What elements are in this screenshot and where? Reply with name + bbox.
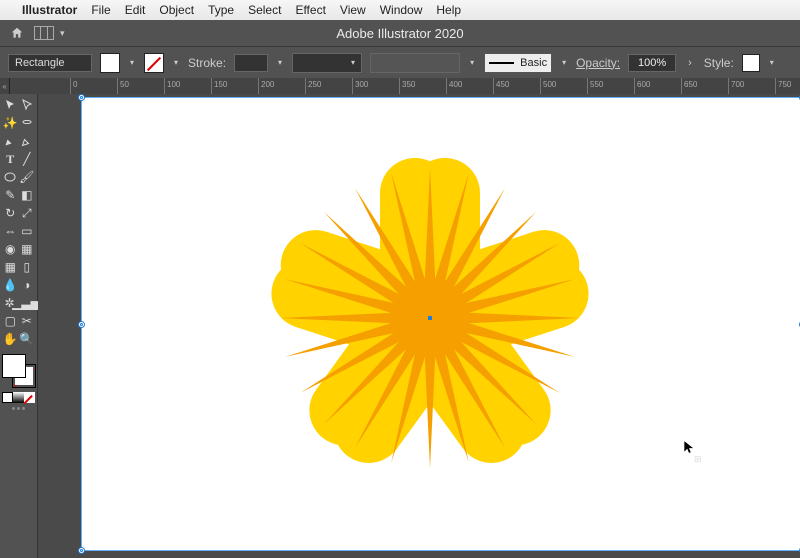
selection-handle-ml[interactable]	[78, 321, 85, 328]
ruler-tick: 200	[258, 78, 259, 94]
ruler-tick: 450	[493, 78, 494, 94]
ruler-tick: 0	[70, 78, 71, 94]
window-title: Adobe Illustrator 2020	[0, 26, 800, 41]
stroke-chevron-icon[interactable]: ▾	[172, 58, 180, 67]
toolbox: ✨ T╱ 🖌 ✎◧ ↻⤢ ⇔▭ ◉▦ ▦▯ 💧◑ ✲▁▃▅ ▢✂ ✋🔍	[0, 94, 38, 558]
line-tool[interactable]: ╱	[19, 150, 36, 168]
eraser-tool[interactable]: ◧	[19, 186, 36, 204]
graph-tool[interactable]: ▁▃▅	[17, 294, 35, 312]
graphic-style-swatch[interactable]	[742, 54, 760, 72]
ruler-tick: 550	[587, 78, 588, 94]
hand-tool[interactable]: ✋	[2, 330, 19, 348]
stroke-weight-input[interactable]	[234, 54, 268, 72]
perspective-tool[interactable]: ▦	[19, 240, 36, 258]
paintbrush-tool[interactable]: 🖌	[19, 168, 36, 186]
app-titlebar: ▾ Adobe Illustrator 2020	[0, 20, 800, 46]
toolbox-more[interactable]	[2, 407, 35, 415]
ruler-tick: 300	[352, 78, 353, 94]
menu-edit[interactable]: Edit	[125, 3, 146, 17]
control-bar: Rectangle ▾ ▾ Stroke: ▾ ▾ ▾ Basic ▾ Opaci…	[0, 46, 800, 78]
rotate-tool[interactable]: ↻	[2, 204, 19, 222]
free-transform-tool[interactable]: ▭	[19, 222, 36, 240]
flower-artwork[interactable]	[280, 168, 580, 468]
fill-chevron-icon[interactable]: ▾	[128, 58, 136, 67]
ruler-tick: 500	[540, 78, 541, 94]
menu-file[interactable]: File	[91, 3, 110, 17]
stroke-swatch[interactable]	[144, 53, 164, 73]
type-tool[interactable]: T	[2, 150, 19, 168]
lasso-tool[interactable]	[19, 114, 36, 132]
scale-tool[interactable]: ⤢	[19, 204, 36, 222]
artboard-tool[interactable]: ▢	[2, 312, 19, 330]
stroke-weight-chevron-icon[interactable]: ▾	[276, 58, 284, 67]
menu-effect[interactable]: Effect	[295, 3, 325, 17]
opacity-chevron-icon[interactable]: ›	[684, 57, 696, 69]
shaper-tool[interactable]: ✎	[2, 186, 19, 204]
color-mode-none[interactable]	[24, 392, 35, 403]
canvas[interactable]: ⊞	[38, 94, 800, 558]
color-modes	[2, 392, 35, 403]
ruler-tick: 700	[728, 78, 729, 94]
zoom-tool[interactable]: 🔍	[19, 330, 36, 348]
horizontal-ruler[interactable]: « 0 50 100 150 200 250 300 350 400 450 500 550 600 65…	[0, 78, 800, 94]
width-tool[interactable]: ⇔	[2, 222, 19, 240]
workspace-chevron-icon[interactable]: ▾	[60, 28, 65, 39]
blend-tool[interactable]: ◑	[19, 276, 36, 294]
menu-object[interactable]: Object	[159, 3, 194, 17]
center-point-icon	[428, 316, 432, 320]
ruler-tick: 600	[634, 78, 635, 94]
ruler-tick: 250	[305, 78, 306, 94]
artboard[interactable]: ⊞	[82, 98, 800, 550]
ruler-tick: 100	[164, 78, 165, 94]
menu-view[interactable]: View	[340, 3, 366, 17]
magic-wand-tool[interactable]: ✨	[2, 114, 19, 132]
ruler-tick: 350	[399, 78, 400, 94]
brush-definition[interactable]: Basic	[484, 53, 552, 73]
pen-tool[interactable]	[2, 132, 19, 150]
menu-help[interactable]: Help	[436, 3, 461, 17]
brush-name: Basic	[520, 57, 547, 69]
eyedropper-tool[interactable]: 💧	[2, 276, 19, 294]
brush-definition-gap	[370, 53, 460, 73]
selection-type-label: Rectangle	[8, 54, 92, 72]
ruler-tick: 150	[211, 78, 212, 94]
style-chevron-icon[interactable]: ▾	[768, 58, 776, 67]
main-area: ✨ T╱ 🖌 ✎◧ ↻⤢ ⇔▭ ◉▦ ▦▯ 💧◑ ✲▁▃▅ ▢✂ ✋🔍	[0, 94, 800, 558]
app-menu[interactable]: Illustrator	[22, 3, 77, 17]
ruler-tick: 50	[117, 78, 118, 94]
stroke-label: Stroke:	[188, 56, 226, 70]
ruler-origin[interactable]: «	[0, 78, 10, 94]
mac-menubar: Illustrator File Edit Object Type Select…	[0, 0, 800, 20]
cursor-icon: ⊞	[682, 438, 696, 459]
variable-width-profile[interactable]: ▾	[292, 53, 362, 73]
mesh-tool[interactable]: ▦	[2, 258, 19, 276]
menu-window[interactable]: Window	[380, 3, 423, 17]
brush-gap-chevron-icon[interactable]: ▾	[468, 58, 476, 67]
ruler-tick: 400	[446, 78, 447, 94]
fill-indicator[interactable]	[2, 354, 26, 378]
slice-tool[interactable]: ✂	[19, 312, 36, 330]
ruler-tick: 750	[775, 78, 776, 94]
menu-select[interactable]: Select	[248, 3, 281, 17]
ellipse-tool[interactable]	[2, 168, 19, 186]
selection-handle-tl[interactable]	[78, 94, 85, 101]
brush-chevron-icon[interactable]: ▾	[560, 58, 568, 67]
shape-builder-tool[interactable]: ◉	[2, 240, 19, 258]
opacity-input[interactable]: 100%	[628, 54, 676, 72]
selection-handle-bl[interactable]	[78, 547, 85, 554]
color-mode-solid[interactable]	[2, 392, 13, 403]
color-mode-gradient[interactable]	[13, 392, 24, 403]
fill-swatch[interactable]	[100, 53, 120, 73]
direct-selection-tool[interactable]	[19, 96, 36, 114]
gradient-tool[interactable]: ▯	[19, 258, 36, 276]
fill-stroke-indicator[interactable]	[2, 354, 36, 388]
workspace-switcher[interactable]	[34, 26, 54, 40]
selection-tool[interactable]	[2, 96, 19, 114]
ruler-tick: 650	[681, 78, 682, 94]
style-label: Style:	[704, 56, 734, 70]
opacity-label[interactable]: Opacity:	[576, 56, 620, 70]
curvature-tool[interactable]	[19, 132, 36, 150]
menu-type[interactable]: Type	[208, 3, 234, 17]
home-button[interactable]	[8, 24, 26, 42]
